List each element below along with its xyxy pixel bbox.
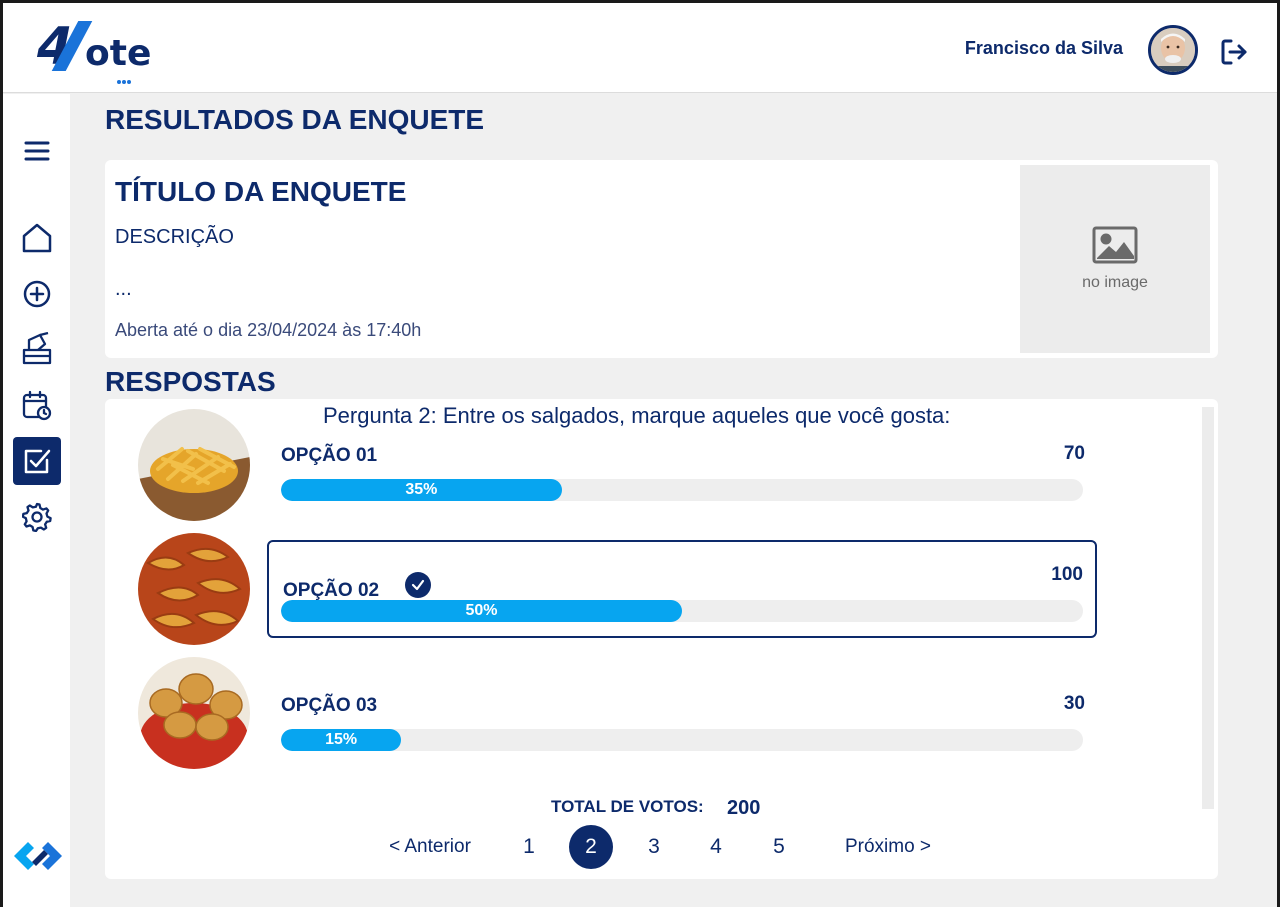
option-02[interactable]: OPÇÃO 02 100 50% [267, 540, 1097, 638]
option-votes: 70 [1063, 443, 1085, 464]
page-1[interactable]: 1 [507, 825, 551, 869]
avatar[interactable] [1148, 25, 1198, 75]
add-circle-icon[interactable] [20, 277, 54, 311]
pagination-prev[interactable]: < Anterior [375, 825, 485, 869]
top-header: 4 ote Francisco da Silva [3, 3, 1277, 93]
ballot-box-icon[interactable] [20, 332, 54, 366]
poll-deadline: Aberta até o dia 23/04/2024 às 17:40h [115, 320, 422, 340]
option-label: OPÇÃO 02 [283, 580, 380, 601]
answers-card: Pergunta 2: Entre os salgados, marque aq… [105, 399, 1218, 879]
progress-track: 50% [281, 600, 1083, 622]
checkbox-icon[interactable] [13, 437, 61, 485]
option-03[interactable]: OPÇÃO 03 30 15% [267, 657, 1097, 755]
menu-icon[interactable] [20, 134, 54, 168]
logout-icon[interactable] [1218, 36, 1250, 68]
option-01[interactable]: OPÇÃO 01 70 35% [267, 407, 1097, 505]
poll-image-placeholder: no image [1020, 165, 1210, 353]
progress-track: 35% [281, 479, 1083, 501]
total-votes-value: 200 [727, 797, 761, 819]
pagination-next[interactable]: Próximo > [835, 825, 941, 869]
option-image-french-fries [138, 409, 250, 521]
progress-fill: 15% [281, 729, 402, 751]
gear-icon[interactable] [20, 500, 54, 534]
sidebar [3, 94, 70, 907]
poll-info-card: TÍTULO DA ENQUETE DESCRIÇÃO ... Aberta a… [105, 160, 1218, 358]
scrollbar[interactable] [1202, 407, 1214, 809]
progress-fill: 50% [281, 600, 682, 622]
poll-description-more: ... [115, 278, 132, 300]
option-image-potato-wedges [138, 533, 250, 645]
option-label: OPÇÃO 01 [281, 445, 378, 466]
page-2-current[interactable]: 2 [569, 825, 613, 869]
page-5[interactable]: 5 [757, 825, 801, 869]
total-votes-label: TOTAL DE VOTOS: [551, 797, 704, 816]
app-logo[interactable]: 4 ote [37, 17, 167, 84]
option-votes: 30 [1063, 693, 1085, 714]
page-4[interactable]: 4 [694, 825, 738, 869]
option-image-coxinha [138, 657, 250, 769]
poll-title: TÍTULO DA ENQUETE [115, 176, 407, 207]
page-3[interactable]: 3 [632, 825, 676, 869]
user-name: Francisco da Silva [964, 38, 1123, 58]
calendar-clock-icon[interactable] [20, 388, 54, 422]
progress-track: 15% [281, 729, 1083, 751]
page-title: RESULTADOS DA ENQUETE [105, 104, 485, 135]
check-circle-icon [405, 572, 431, 598]
image-icon [1092, 226, 1138, 264]
option-votes: 100 [1051, 564, 1083, 585]
pagination: < Anterior 1 2 3 4 5 Próximo > [105, 825, 1218, 871]
home-icon[interactable] [20, 221, 54, 255]
answers-title: RESPOSTAS [105, 366, 276, 397]
option-label: OPÇÃO 03 [281, 695, 378, 716]
no-image-label: no image [1082, 274, 1148, 291]
poll-description: DESCRIÇÃO [115, 226, 234, 248]
progress-fill: 35% [281, 479, 562, 501]
brand-mark-icon [12, 836, 64, 876]
